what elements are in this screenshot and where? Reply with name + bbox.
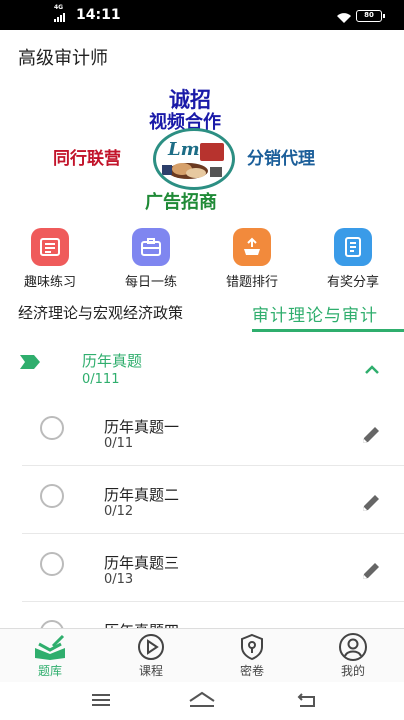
- system-nav-bar: [0, 682, 404, 720]
- item-progress: 0/13: [104, 572, 134, 587]
- practice-icon: [31, 228, 69, 266]
- notebook-icon: [334, 228, 372, 266]
- play-course-icon: [121, 633, 181, 661]
- chapter-flag-icon: [20, 354, 40, 374]
- pencil-icon[interactable]: [360, 492, 382, 518]
- list-item[interactable]: 历年真题三 0/13: [0, 534, 404, 602]
- action-label: 每日一练: [124, 275, 177, 290]
- chapter-group-header[interactable]: 历年真题 0/111: [0, 342, 404, 392]
- menu-icon[interactable]: [90, 691, 112, 713]
- briefcase-icon: [132, 228, 170, 266]
- tab-audit-theory[interactable]: 审计理论与审计: [252, 301, 378, 326]
- action-fun-practice[interactable]: 趣味练习: [5, 228, 95, 290]
- banner-text-advertising: 广告招商: [145, 192, 217, 213]
- subject-tabs: 经济理论与宏观经济政策 审计理论与审计: [0, 296, 404, 336]
- secret-paper-icon: [222, 633, 282, 661]
- tab-economics[interactable]: 经济理论与宏观经济政策: [18, 302, 183, 323]
- item-progress: 0/12: [104, 504, 134, 519]
- nav-label: 密卷: [239, 664, 264, 678]
- item-title: 历年真题二: [104, 486, 180, 504]
- action-share-reward[interactable]: 有奖分享: [308, 228, 398, 290]
- nav-course[interactable]: 课程: [121, 633, 181, 679]
- status-time: 14:11: [76, 7, 121, 23]
- banner-text-distribution: 分销代理: [247, 149, 315, 169]
- quick-actions: 趣味练习 每日一练 错题排行 有奖分享: [0, 228, 404, 290]
- action-wrong-ranking[interactable]: 错题排行: [207, 228, 297, 290]
- active-tab-indicator: [252, 329, 404, 332]
- action-daily-practice[interactable]: 每日一练: [106, 228, 196, 290]
- action-label: 有奖分享: [326, 275, 379, 290]
- nav-label: 我的: [340, 664, 365, 678]
- ranking-icon: [233, 228, 271, 266]
- svg-text:Lm: Lm: [167, 139, 200, 160]
- network-type: 4G: [54, 4, 64, 11]
- wifi-icon: [336, 9, 352, 28]
- radio-circle-icon: [40, 416, 64, 440]
- back-icon[interactable]: [296, 691, 318, 713]
- nav-label: 题库: [37, 664, 62, 678]
- battery-icon: 80: [356, 10, 385, 22]
- action-label: 趣味练习: [23, 275, 76, 290]
- chevron-up-icon[interactable]: [364, 360, 380, 379]
- home-icon[interactable]: [188, 691, 216, 713]
- nav-profile[interactable]: 我的: [323, 633, 383, 679]
- list-item[interactable]: 历年真题一 0/11: [0, 398, 404, 466]
- handshake-logo-icon: Lm: [153, 128, 235, 190]
- page-title: 高级审计师: [18, 48, 108, 69]
- pencil-icon[interactable]: [360, 424, 382, 450]
- promo-banner[interactable]: 诚招 视频合作 同行联营 分销代理 广告招商 Lm: [45, 84, 355, 216]
- chapter-title: 历年真题: [82, 352, 143, 370]
- nav-question-bank[interactable]: 题库: [20, 633, 80, 679]
- pencil-icon[interactable]: [360, 560, 382, 586]
- radio-circle-icon: [40, 552, 64, 576]
- bottom-tab-bar: 题库 课程 密卷 我的: [0, 628, 404, 682]
- list-item[interactable]: 历年真题二 0/12: [0, 466, 404, 534]
- chapter-progress: 0/111: [82, 372, 120, 387]
- nav-label: 课程: [138, 664, 163, 678]
- question-bank-icon: [20, 633, 80, 661]
- profile-icon: [323, 633, 383, 661]
- status-bar: 4G 14:11 80: [0, 0, 404, 30]
- banner-text-peer: 同行联营: [53, 149, 121, 169]
- item-title: 历年真题三: [104, 554, 180, 572]
- radio-circle-icon: [40, 484, 64, 508]
- action-label: 错题排行: [225, 275, 278, 290]
- nav-secret-paper[interactable]: 密卷: [222, 633, 282, 679]
- item-progress: 0/11: [104, 436, 134, 451]
- item-title: 历年真题一: [104, 418, 180, 436]
